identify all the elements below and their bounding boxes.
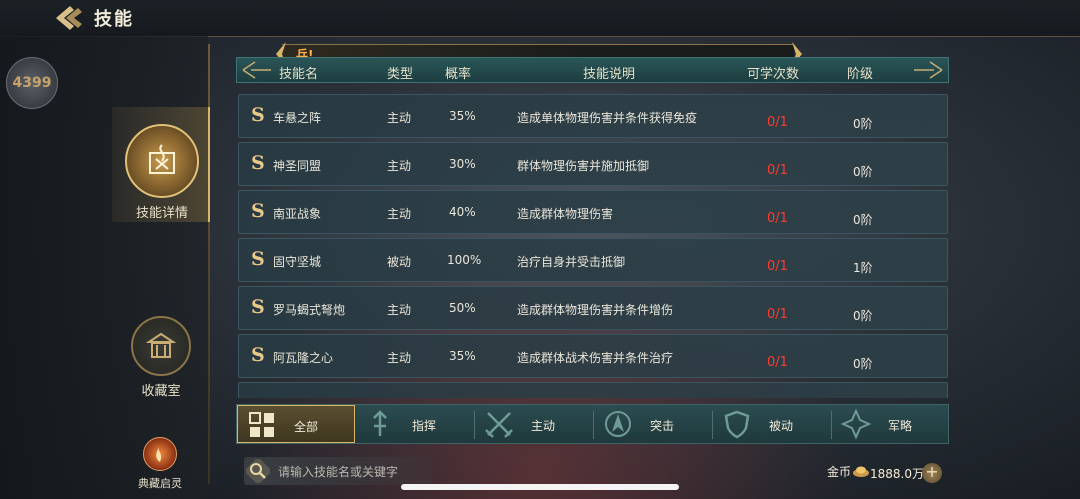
gold-ingot-icon: [853, 466, 869, 477]
skill-rate: 35%: [449, 349, 476, 363]
skill-name: 阿瓦隆之心: [273, 351, 334, 365]
header-left-ornament-icon: [242, 61, 271, 79]
skill-rate: 35%: [449, 109, 476, 123]
skill-type: 主动: [387, 351, 412, 365]
skill-tier: 0阶: [853, 117, 873, 131]
header-right-ornament-icon: [914, 61, 943, 79]
grid-icon: [249, 412, 274, 437]
table-row[interactable]: S 固守坚城 被动 100% 治疗自身并受击抵御 0/1 1阶: [238, 238, 948, 282]
strategy-icon: [840, 408, 872, 440]
skill-list[interactable]: S 车悬之阵 主动 35% 造成单体物理伤害并条件获得免疫 0/1 0阶 S 神…: [236, 92, 949, 398]
filter-label: 全部: [294, 420, 319, 434]
skill-description: 造成群体物理伤害并条件增伤: [517, 303, 674, 317]
sidebar-item-awaken[interactable]: 典藏启灵: [132, 437, 188, 491]
filter-all-button[interactable]: 全部: [237, 405, 355, 443]
skill-name: 南亚战象: [273, 207, 322, 221]
search-icon[interactable]: [246, 459, 270, 483]
filter-active-button[interactable]: 主动: [475, 405, 593, 443]
table-row[interactable]: S 阿瓦隆之心 主动 35% 造成群体战术伤害并条件治疗 0/1 0阶: [238, 334, 948, 378]
skill-description: 治疗自身并受击抵御: [517, 255, 626, 269]
skill-rate: 100%: [447, 253, 482, 267]
collection-hall-icon: [131, 316, 191, 376]
skill-emblem-icon: [125, 124, 199, 198]
skill-description: 造成群体物理伤害: [517, 207, 614, 221]
table-row[interactable]: S 罗马蝎式弩炮 主动 50% 造成群体物理伤害并条件增伤 0/1 0阶: [238, 286, 948, 330]
charge-icon: [605, 411, 631, 437]
skill-rate: 30%: [449, 157, 476, 171]
skill-description: 造成群体战术伤害并条件治疗: [517, 351, 674, 365]
filter-label: 突击: [650, 419, 675, 433]
skill-rate: 40%: [449, 205, 476, 219]
avatar[interactable]: 4399: [6, 57, 58, 109]
filter-command-button[interactable]: 指挥: [356, 405, 474, 443]
learn-count: 0/1: [767, 355, 788, 370]
currency-value: 1888.0万: [870, 467, 924, 481]
crossed-swords-icon: [485, 412, 513, 438]
filter-label: 被动: [769, 419, 794, 433]
skill-tier: 1阶: [853, 261, 873, 275]
skill-tier: 0阶: [853, 213, 873, 227]
learn-count: 0/1: [767, 163, 788, 178]
table-row[interactable]: S 车悬之阵 主动 35% 造成单体物理伤害并条件获得免疫 0/1 0阶: [238, 94, 948, 138]
filter-passive-button[interactable]: 被动: [713, 405, 831, 443]
sidebar-item-collection[interactable]: 收藏室: [124, 316, 198, 399]
sidebar-item-skill-details[interactable]: 技能详情: [120, 124, 204, 221]
filter-label: 指挥: [412, 419, 437, 433]
learn-count: 0/1: [767, 211, 788, 226]
sidebar-item-label: 技能详情: [135, 206, 188, 221]
filter-bar: 全部 指挥 主动 突击 被动 军略: [236, 404, 949, 444]
search-bar: [244, 457, 432, 485]
grade-badge: S: [251, 104, 265, 126]
filter-charge-button[interactable]: 突击: [594, 405, 712, 443]
table-header: 技能名 类型 概率 技能说明 可学次数 阶级: [236, 57, 949, 83]
grade-badge: S: [251, 248, 265, 270]
skill-type: 主动: [387, 159, 412, 173]
skill-type: 主动: [387, 111, 412, 125]
grade-badge: S: [251, 200, 265, 222]
skill-name: 车悬之阵: [273, 111, 322, 125]
filter-label: 军略: [888, 419, 913, 433]
learn-count: 0/1: [767, 259, 788, 274]
filter-label: 主动: [531, 419, 556, 433]
table-row[interactable]: S 南亚战象 主动 40% 造成群体物理伤害 0/1 0阶: [238, 190, 948, 234]
column-header-count: 可学次数: [747, 67, 800, 82]
home-indicator[interactable]: [401, 484, 679, 490]
column-header-name: 技能名: [279, 67, 319, 82]
command-icon: [373, 410, 387, 436]
skill-name: 罗马蝎式弩炮: [273, 303, 346, 317]
page-title: 技能: [94, 9, 134, 30]
skill-rate: 50%: [449, 301, 476, 315]
column-header-description: 技能说明: [583, 67, 636, 82]
skill-type: 主动: [387, 303, 412, 317]
skill-name: 神圣同盟: [273, 159, 322, 173]
skill-type: 被动: [387, 255, 412, 269]
column-header-rate: 概率: [445, 67, 472, 82]
currency-label: 金币: [827, 465, 852, 479]
back-arrow-icon[interactable]: [52, 3, 88, 33]
search-input[interactable]: [276, 461, 430, 483]
add-currency-button[interactable]: +: [922, 463, 942, 483]
grade-badge: S: [251, 296, 265, 318]
grade-badge: S: [251, 152, 265, 174]
flame-icon: [143, 437, 177, 471]
skill-description: 造成单体物理伤害并条件获得免疫: [517, 111, 698, 125]
skill-name: 固守坚城: [273, 255, 322, 269]
table-row[interactable]: S 神圣同盟 主动 30% 群体物理伤害并施加抵御 0/1 0阶: [238, 142, 948, 186]
column-header-type: 类型: [387, 67, 414, 82]
shield-icon: [724, 410, 750, 439]
skill-tier: 0阶: [853, 165, 873, 179]
skill-description: 群体物理伤害并施加抵御: [517, 159, 650, 173]
grade-badge: S: [251, 344, 265, 366]
skill-tier: 0阶: [853, 309, 873, 323]
sidebar-item-label: 收藏室: [141, 384, 181, 399]
top-bar: 技能: [0, 0, 1080, 37]
filter-strategy-button[interactable]: 军略: [832, 405, 950, 443]
learn-count: 0/1: [767, 307, 788, 322]
column-header-tier: 阶级: [847, 67, 874, 82]
sidebar-item-label: 典藏启灵: [138, 477, 182, 490]
learn-count: 0/1: [767, 115, 788, 130]
table-row[interactable]: [238, 382, 948, 398]
skill-tier: 0阶: [853, 357, 873, 371]
skill-type: 主动: [387, 207, 412, 221]
